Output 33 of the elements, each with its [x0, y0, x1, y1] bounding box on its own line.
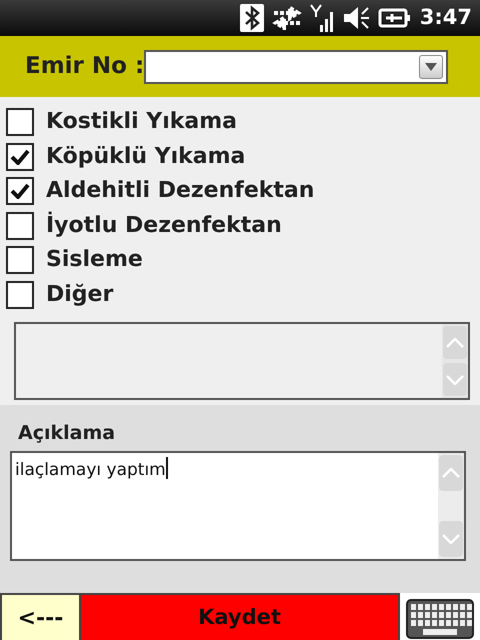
dropdown-field[interactable] — [144, 50, 448, 84]
text-area[interactable]: ilaçlamayı yaptım — [10, 450, 466, 560]
chevron-down-icon — [442, 534, 460, 544]
checkbox[interactable] — [6, 246, 34, 274]
signal-icon[interactable] — [310, 3, 334, 33]
option-label: Köpüklü Yıkama — [46, 146, 246, 168]
data-transfer-icon[interactable] — [272, 6, 302, 30]
battery-icon[interactable] — [378, 6, 412, 30]
text-cursor — [166, 456, 168, 478]
checkbox[interactable] — [6, 280, 34, 309]
field-label: Açıklama — [18, 421, 116, 446]
clock-time: 3:47 — [420, 4, 472, 32]
save-button[interactable]: Kaydet — [81, 593, 400, 640]
checkmark-icon — [10, 148, 30, 165]
text-value: ilaçlamayı yaptım — [15, 460, 166, 480]
checkmark-icon — [10, 183, 30, 200]
checkbox[interactable] — [6, 177, 34, 206]
chevron-up-icon — [446, 338, 464, 348]
option-label: Diğer — [46, 284, 114, 306]
checkbox[interactable] — [6, 108, 34, 136]
volume-icon[interactable] — [342, 5, 370, 31]
checkbox[interactable] — [6, 212, 34, 240]
chevron-down-icon — [446, 374, 464, 384]
option-label: Sisleme — [46, 249, 143, 272]
chevron-up-icon — [442, 468, 460, 478]
field-label: Emir No : — [25, 52, 144, 82]
option-label: Aldehitli Dezenfektan — [46, 180, 314, 202]
list-box[interactable] — [14, 322, 470, 400]
option-label: Kostikli Yıkama — [46, 111, 238, 134]
back-button[interactable]: <--- — [0, 593, 81, 640]
bluetooth-icon[interactable] — [240, 4, 264, 32]
keyboard-icon[interactable] — [405, 596, 475, 640]
checkbox[interactable] — [6, 142, 34, 171]
